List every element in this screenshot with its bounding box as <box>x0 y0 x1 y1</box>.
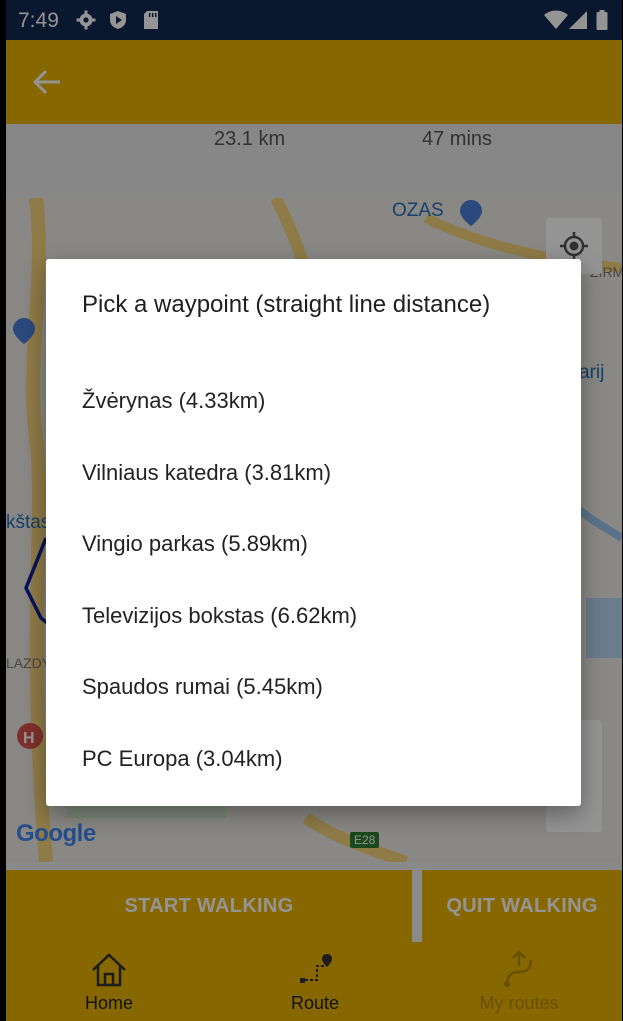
waypoint-option[interactable]: Vilniaus katedra (3.81km) <box>82 453 552 493</box>
waypoint-option[interactable]: PC Europa (3.04km) <box>82 739 552 779</box>
waypoint-option[interactable]: Žvėrynas (4.33km) <box>82 381 552 421</box>
waypoint-option[interactable]: Spaudos rumai (5.45km) <box>82 667 552 707</box>
waypoint-option[interactable]: Vingio parkas (5.89km) <box>82 524 552 564</box>
app-screen: 7:49 23.1 km 47 mins H OZAS ŽIRM arij kš… <box>6 0 622 1021</box>
dialog-title: Pick a waypoint (straight line distance) <box>82 291 491 318</box>
waypoint-option[interactable]: Televizijos bokstas (6.62km) <box>82 596 552 636</box>
waypoint-dialog: Pick a waypoint (straight line distance)… <box>46 259 581 806</box>
